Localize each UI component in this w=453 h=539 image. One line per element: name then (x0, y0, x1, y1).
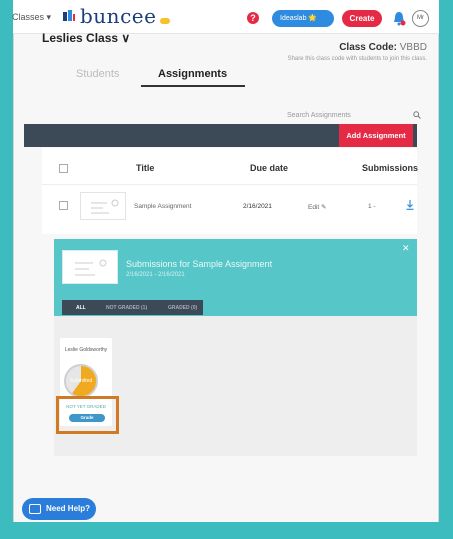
notification-bell-icon[interactable] (392, 11, 406, 26)
edit-due-date-link[interactable]: Edit ✎ (308, 203, 326, 211)
filter-all[interactable]: ALL (76, 305, 86, 311)
class-code-hint: Share this class code with students to j… (287, 56, 427, 62)
user-name: Ideaslab 🌟 (280, 15, 318, 22)
help-icon[interactable]: ? (247, 12, 259, 24)
filter-graded[interactable]: GRADED (0) (168, 305, 197, 311)
submission-count: 1 - (368, 203, 376, 210)
select-all-checkbox[interactable] (59, 164, 68, 173)
assignment-due-date: 2/16/2021 (243, 203, 272, 210)
active-tab-underline (141, 85, 245, 87)
download-icon[interactable] (406, 200, 414, 210)
submission-status-label: Submitted (69, 378, 93, 384)
logo-dot (160, 18, 171, 24)
buncee-logo[interactable]: buncee (62, 4, 171, 28)
class-code: Class Code: VBBD (339, 42, 427, 53)
user-profile-pill[interactable]: Ideaslab 🌟 (272, 10, 334, 27)
logo-text: buncee (80, 4, 157, 28)
avatar[interactable]: Mr (412, 10, 429, 27)
submissions-dates: 2/16/2021 - 2/16/2021 (126, 272, 185, 278)
column-header-due-date: Due date (250, 163, 289, 173)
class-code-label: Class Code: (339, 42, 397, 53)
header-divider (42, 184, 417, 185)
bottom-background (13, 522, 439, 539)
create-button[interactable]: Create (342, 10, 382, 27)
close-icon[interactable]: ✕ (402, 243, 410, 254)
assignment-title[interactable]: Sample Assignment (134, 203, 191, 210)
grade-button[interactable]: Grade (69, 414, 105, 422)
need-help-label: Need Help? (46, 504, 91, 513)
assignments-table (42, 148, 417, 234)
column-header-title: Title (136, 163, 155, 173)
classes-menu[interactable]: Classes ▾ (12, 12, 51, 23)
chat-icon (29, 504, 41, 514)
row-checkbox[interactable] (59, 201, 68, 210)
tab-students[interactable]: Students (76, 68, 119, 80)
column-header-submissions: Submissions (362, 163, 419, 173)
class-code-value: VBBD (399, 42, 427, 53)
search-icon[interactable] (413, 111, 421, 119)
search-assignments-input[interactable]: Search Assignments (287, 112, 351, 119)
class-selector[interactable]: Leslies Class ∨ (42, 31, 130, 45)
buncee-logo-icon (63, 10, 75, 21)
submissions-title: Submissions for Sample Assignment (126, 259, 273, 269)
filter-not-graded[interactable]: NOT GRADED (1) (106, 305, 147, 311)
student-name: Leslie Goldsworthy (64, 347, 108, 353)
assignment-thumbnail[interactable] (80, 192, 126, 220)
tab-assignments[interactable]: Assignments (158, 68, 227, 80)
submission-assignment-thumbnail (62, 250, 118, 284)
add-assignment-button[interactable]: Add Assignment (339, 124, 413, 147)
